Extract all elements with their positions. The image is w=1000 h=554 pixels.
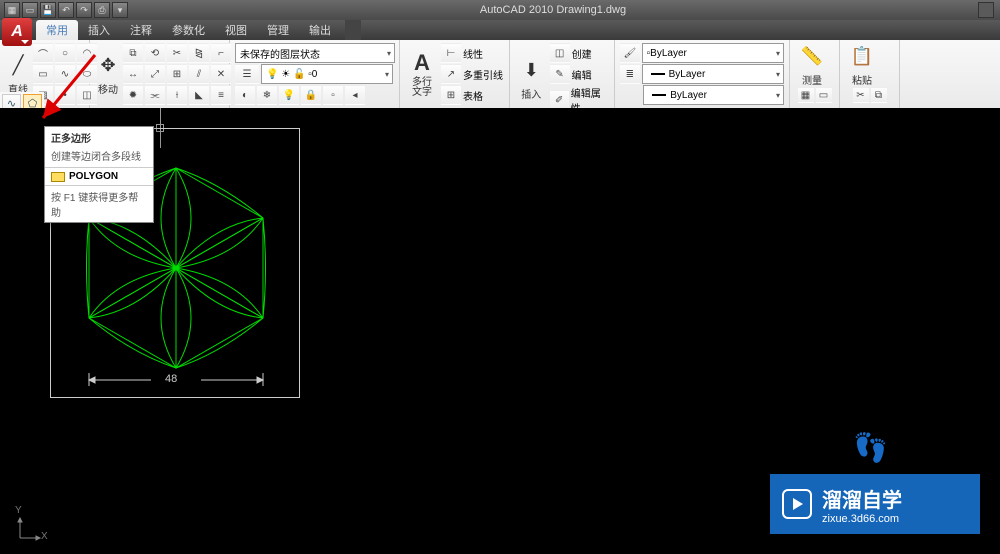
insert-block-tool[interactable]: ⬇ 插入 — [515, 57, 548, 101]
insert-label: 插入 — [521, 86, 541, 101]
measure-icon: 📏 — [799, 44, 825, 70]
footprint-decoration: 👣 — [853, 431, 880, 464]
line-tool[interactable]: ╱ 直线 — [5, 52, 31, 96]
qat-new-icon[interactable]: ▦ — [4, 2, 20, 18]
paste-icon: 📋 — [849, 44, 875, 70]
layer-iso-icon[interactable]: ◐ — [235, 85, 255, 105]
tab-view[interactable]: 视图 — [215, 20, 257, 40]
tooltip-title: 正多边形 — [45, 127, 153, 148]
ribbon-tabs: 常用 插入 注释 参数化 视图 管理 输出 — [0, 20, 1000, 40]
mirror-icon[interactable]: ⧎ — [189, 43, 209, 63]
mtext-tool[interactable]: A 多行 文字 — [405, 52, 439, 96]
offset-icon[interactable]: ⫽ — [189, 64, 209, 84]
tab-home[interactable]: 常用 — [36, 20, 78, 40]
paste-tool[interactable]: 📋 粘贴 — [845, 43, 879, 87]
measure-tool[interactable]: 📏 测量 — [795, 43, 829, 87]
rotate-icon[interactable]: ⟲ — [145, 43, 165, 63]
block-edit-icon[interactable]: ✎ — [550, 64, 570, 84]
match-props-icon[interactable]: 🖌 — [620, 43, 640, 63]
layer-state-dropdown[interactable]: 未保存的图层状态 — [235, 43, 395, 63]
tab-manage[interactable]: 管理 — [257, 20, 299, 40]
chamfer-icon[interactable]: ◣ — [189, 85, 209, 105]
tab-insert[interactable]: 插入 — [78, 20, 120, 40]
qat-undo-icon[interactable]: ↶ — [58, 2, 74, 18]
copy-icon[interactable]: ⧉ — [123, 43, 143, 63]
select-icon[interactable]: ▭ — [816, 87, 832, 103]
tab-expand-icon[interactable] — [345, 20, 361, 40]
lineweight-dropdown[interactable]: ByLayer — [642, 64, 784, 84]
scale-icon[interactable]: ⤢ — [145, 64, 165, 84]
tooltip-command: POLYGON — [69, 171, 118, 182]
qat-open-icon[interactable]: ▭ — [22, 2, 38, 18]
layer-match-icon[interactable]: ▫ — [323, 85, 343, 105]
polygon-tooltip: 正多边形 创建等边闭合多段线 POLYGON 按 F1 键获得更多帮助 — [44, 126, 154, 223]
copy-clip-icon[interactable]: ⧉ — [871, 87, 887, 103]
color-dropdown[interactable]: ▫ ByLayer — [642, 43, 784, 63]
tab-output[interactable]: 输出 — [299, 20, 341, 40]
block-create-icon[interactable]: ◫ — [550, 43, 570, 63]
list-icon[interactable]: ≣ — [620, 64, 640, 84]
search-icon[interactable] — [978, 2, 994, 18]
dim-linear-icon[interactable]: ⊢ — [441, 43, 461, 63]
fillet-icon[interactable]: ⌐ — [211, 43, 231, 63]
qat-print-icon[interactable]: ⎙ — [94, 2, 110, 18]
tooltip-help: 按 F1 键获得更多帮助 — [45, 186, 153, 222]
erase-icon[interactable]: ✕ — [211, 64, 231, 84]
insert-block-icon: ⬇ — [518, 58, 544, 84]
mleader-icon[interactable]: ↗ — [441, 64, 461, 84]
measure-label: 测量 — [802, 72, 822, 87]
app-menu-button[interactable]: A — [2, 18, 32, 46]
qat-dropdown-icon[interactable]: ▾ — [112, 2, 128, 18]
text-icon: A — [409, 50, 435, 76]
qat-redo-icon[interactable]: ↷ — [76, 2, 92, 18]
cut-icon[interactable]: ✂ — [853, 87, 869, 103]
break-icon[interactable]: ⟊ — [167, 85, 187, 105]
qat-save-icon[interactable]: 💾 — [40, 2, 56, 18]
align-icon[interactable]: ≡ — [211, 85, 231, 105]
layer-prev-icon[interactable]: ◂ — [345, 85, 365, 105]
layer-props-icon[interactable]: ☰ — [235, 64, 259, 84]
trim-icon[interactable]: ✂ — [167, 43, 187, 63]
explode-icon[interactable]: ✹ — [123, 85, 143, 105]
tab-parametric[interactable]: 参数化 — [162, 20, 215, 40]
layer-lock-icon[interactable]: 🔒 — [301, 85, 321, 105]
watermark-play-icon — [782, 489, 812, 519]
linetype-dropdown[interactable]: ByLayer — [643, 85, 784, 105]
tab-annotate[interactable]: 注释 — [120, 20, 162, 40]
window-title: AutoCAD 2010 Drawing1.dwg — [128, 4, 978, 16]
title-bar: ▦ ▭ 💾 ↶ ↷ ⎙ ▾ AutoCAD 2010 Drawing1.dwg — [0, 0, 1000, 20]
watermark-brand: 溜溜自学 — [822, 484, 902, 513]
ucs-icon: X Y — [15, 513, 45, 546]
watermark-url: zixue.3d66.com — [822, 513, 902, 525]
dimension-value: 48 — [165, 373, 177, 385]
stretch-icon[interactable]: ↔ — [123, 64, 143, 84]
layer-current-dropdown[interactable]: 💡 ☀ 🔓 ▫ 0 — [261, 64, 393, 84]
layer-off-icon[interactable]: 💡 — [279, 85, 299, 105]
tooltip-desc: 创建等边闭合多段线 — [45, 148, 153, 167]
table-icon[interactable]: ⊞ — [441, 85, 461, 105]
watermark: 溜溜自学 zixue.3d66.com — [770, 474, 980, 534]
block-attr-icon[interactable]: ✐ — [550, 90, 569, 110]
paste-label: 粘贴 — [852, 72, 872, 87]
line-icon: ╱ — [5, 53, 31, 79]
tooltip-cmd-icon — [51, 172, 65, 182]
array-icon[interactable]: ⊞ — [167, 64, 187, 84]
layer-freeze-icon[interactable]: ❄ — [257, 85, 277, 105]
join-icon[interactable]: ⫘ — [145, 85, 165, 105]
annotation-arrow — [35, 50, 105, 130]
calc-icon[interactable]: ▦ — [798, 87, 814, 103]
mtext-label: 多行 文字 — [412, 78, 432, 98]
